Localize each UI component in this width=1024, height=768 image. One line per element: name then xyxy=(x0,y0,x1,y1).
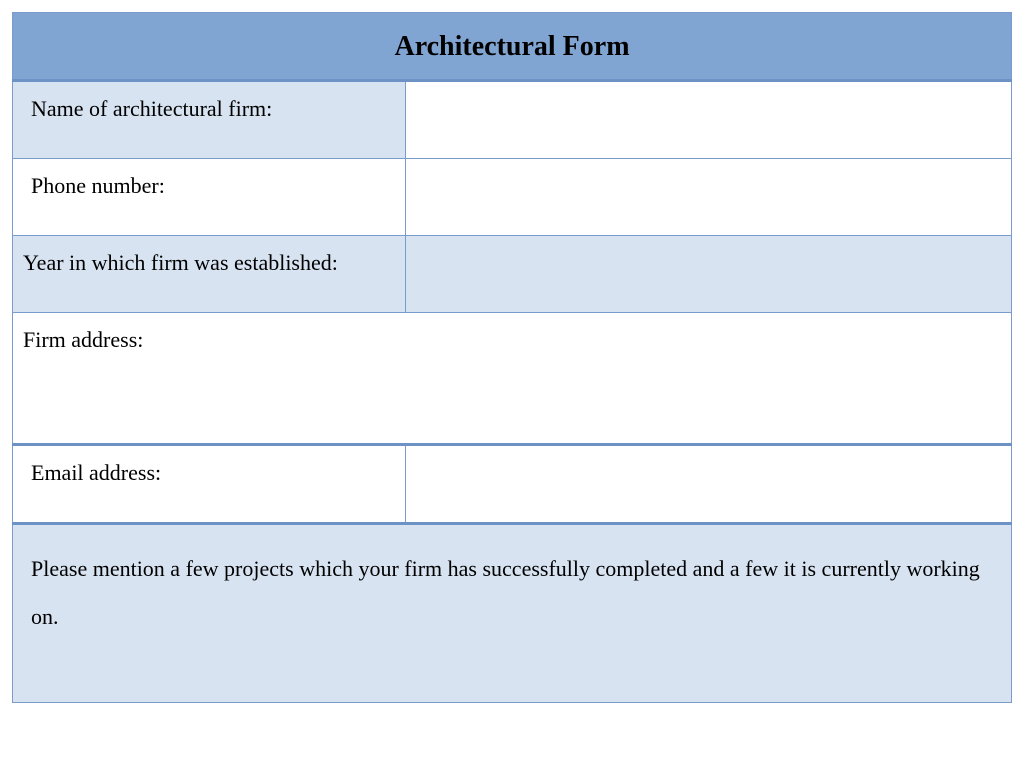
architectural-form-table: Architectural Form Name of architectural… xyxy=(12,12,1012,703)
firm-address-label[interactable]: Firm address: xyxy=(13,313,1012,445)
firm-name-label: Name of architectural firm: xyxy=(13,81,406,159)
year-established-label: Year in which firm was established: xyxy=(13,236,406,313)
email-input-cell[interactable] xyxy=(406,445,1012,524)
projects-prompt[interactable]: Please mention a few projects which your… xyxy=(13,524,1012,703)
phone-input-cell[interactable] xyxy=(406,159,1012,236)
firm-name-input-cell[interactable] xyxy=(406,81,1012,159)
form-title: Architectural Form xyxy=(13,13,1012,81)
phone-label: Phone number: xyxy=(13,159,406,236)
year-established-input-cell[interactable] xyxy=(406,236,1012,313)
email-label: Email address: xyxy=(13,445,406,524)
